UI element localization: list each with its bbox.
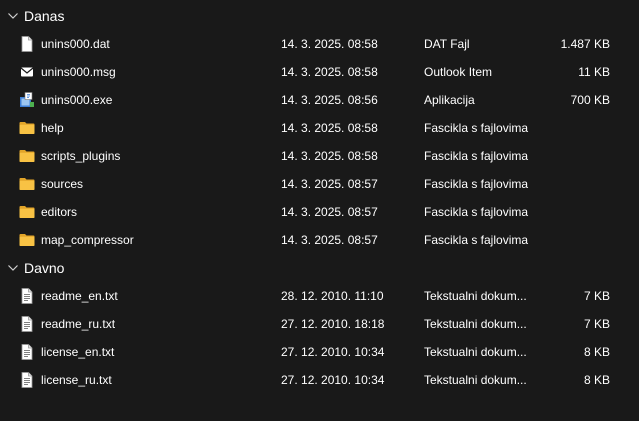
folder-icon xyxy=(18,231,36,249)
file-row[interactable]: license_en.txt 27. 12. 2010. 10:34 Tekstua… xyxy=(0,338,639,366)
file-row[interactable]: readme_en.txt 28. 12. 2010. 11:10 Tekstual… xyxy=(0,282,639,310)
file-name: license_ru.txt xyxy=(41,373,112,387)
file-date: 14. 3. 2025. 08:58 xyxy=(281,149,378,163)
file-type: Tekstualni dokum... xyxy=(424,317,527,331)
file-name: unins000.exe xyxy=(41,93,113,107)
file-row[interactable]: unins000.exe 14. 3. 2025. 08:56 Aplikacija… xyxy=(0,86,639,114)
file-name: help xyxy=(41,121,64,135)
folder-icon xyxy=(18,175,36,193)
file-row[interactable]: editors 14. 3. 2025. 08:57 Fascikla s fajl… xyxy=(0,198,639,226)
file-name: readme_ru.txt xyxy=(41,317,116,331)
file-row[interactable]: scripts_plugins 14. 3. 2025. 08:58 Fascikl… xyxy=(0,142,639,170)
file-row[interactable]: sources 14. 3. 2025. 08:57 Fascikla s fajl… xyxy=(0,170,639,198)
text-file-icon xyxy=(18,287,36,305)
file-type: Fascikla s fajlovima xyxy=(424,149,529,163)
group-header-danas[interactable]: Danas xyxy=(0,2,639,30)
text-file-icon xyxy=(18,315,36,333)
folder-icon xyxy=(18,119,36,137)
file-row[interactable]: map_compressor 14. 3. 2025. 08:57 Fascikla… xyxy=(0,226,639,254)
file-type: Aplikacija xyxy=(424,93,475,107)
document-icon xyxy=(18,35,36,53)
file-name: sources xyxy=(41,177,84,191)
folder-icon xyxy=(18,147,36,165)
file-name: readme_en.txt xyxy=(41,289,118,303)
file-date: 14. 3. 2025. 08:57 xyxy=(281,233,378,247)
file-type: Fascikla s fajlovima xyxy=(424,205,529,219)
chevron-down-icon[interactable] xyxy=(6,261,20,275)
file-type: Outlook Item xyxy=(424,65,493,79)
file-date: 27. 12. 2010. 18:18 xyxy=(281,317,385,331)
file-size: 1.487 KB xyxy=(560,37,610,51)
file-type: DAT Fajl xyxy=(424,37,470,51)
group-title: Danas xyxy=(24,8,65,24)
file-type: Tekstualni dokum... xyxy=(424,289,527,303)
text-file-icon xyxy=(18,343,36,361)
file-size: 11 KB xyxy=(578,65,610,79)
file-type: Tekstualni dokum... xyxy=(424,345,527,359)
file-name: scripts_plugins xyxy=(41,149,121,163)
file-date: 27. 12. 2010. 10:34 xyxy=(281,373,385,387)
file-name: unins000.msg xyxy=(41,65,116,79)
file-size: 7 KB xyxy=(583,317,610,331)
file-name: editors xyxy=(41,205,78,219)
file-date: 14. 3. 2025. 08:57 xyxy=(281,205,378,219)
file-row[interactable]: readme_ru.txt 27. 12. 2010. 18:18 Tekstual… xyxy=(0,310,639,338)
file-type: Fascikla s fajlovima xyxy=(424,121,529,135)
file-size: 8 KB xyxy=(583,345,610,359)
file-type: Fascikla s fajlovima xyxy=(424,177,529,191)
file-date: 14. 3. 2025. 08:57 xyxy=(281,177,378,191)
file-name: map_compressor xyxy=(41,233,134,247)
file-date: 14. 3. 2025. 08:56 xyxy=(281,93,378,107)
file-row[interactable]: unins000.dat 14. 3. 2025. 08:58 DAT Fajl 1.… xyxy=(0,30,639,58)
file-row[interactable]: license_ru.txt 27. 12. 2010. 10:34 Tekstua… xyxy=(0,366,639,394)
group-title: Davno xyxy=(24,260,65,276)
file-size: 700 KB xyxy=(570,93,610,107)
file-date: 27. 12. 2010. 10:34 xyxy=(281,345,385,359)
chevron-down-icon[interactable] xyxy=(6,9,20,23)
envelope-icon xyxy=(18,63,36,81)
file-size: 8 KB xyxy=(583,373,610,387)
installer-icon xyxy=(18,91,36,109)
text-file-icon xyxy=(18,371,36,389)
file-date: 28. 12. 2010. 11:10 xyxy=(281,289,384,303)
file-row[interactable]: unins000.msg 14. 3. 2025. 08:58 Outlook It… xyxy=(0,58,639,86)
file-date: 14. 3. 2025. 08:58 xyxy=(281,65,378,79)
group-header-davno[interactable]: Davno xyxy=(0,254,639,282)
file-type: Tekstualni dokum... xyxy=(424,373,527,387)
file-size: 7 KB xyxy=(583,289,610,303)
file-name: license_en.txt xyxy=(41,345,115,359)
file-date: 14. 3. 2025. 08:58 xyxy=(281,37,378,51)
file-date: 14. 3. 2025. 08:58 xyxy=(281,121,378,135)
file-name: unins000.dat xyxy=(41,37,110,51)
folder-icon xyxy=(18,203,36,221)
file-row[interactable]: help 14. 3. 2025. 08:58 Fascikla s fajlovi… xyxy=(0,114,639,142)
file-type: Fascikla s fajlovima xyxy=(424,233,529,247)
